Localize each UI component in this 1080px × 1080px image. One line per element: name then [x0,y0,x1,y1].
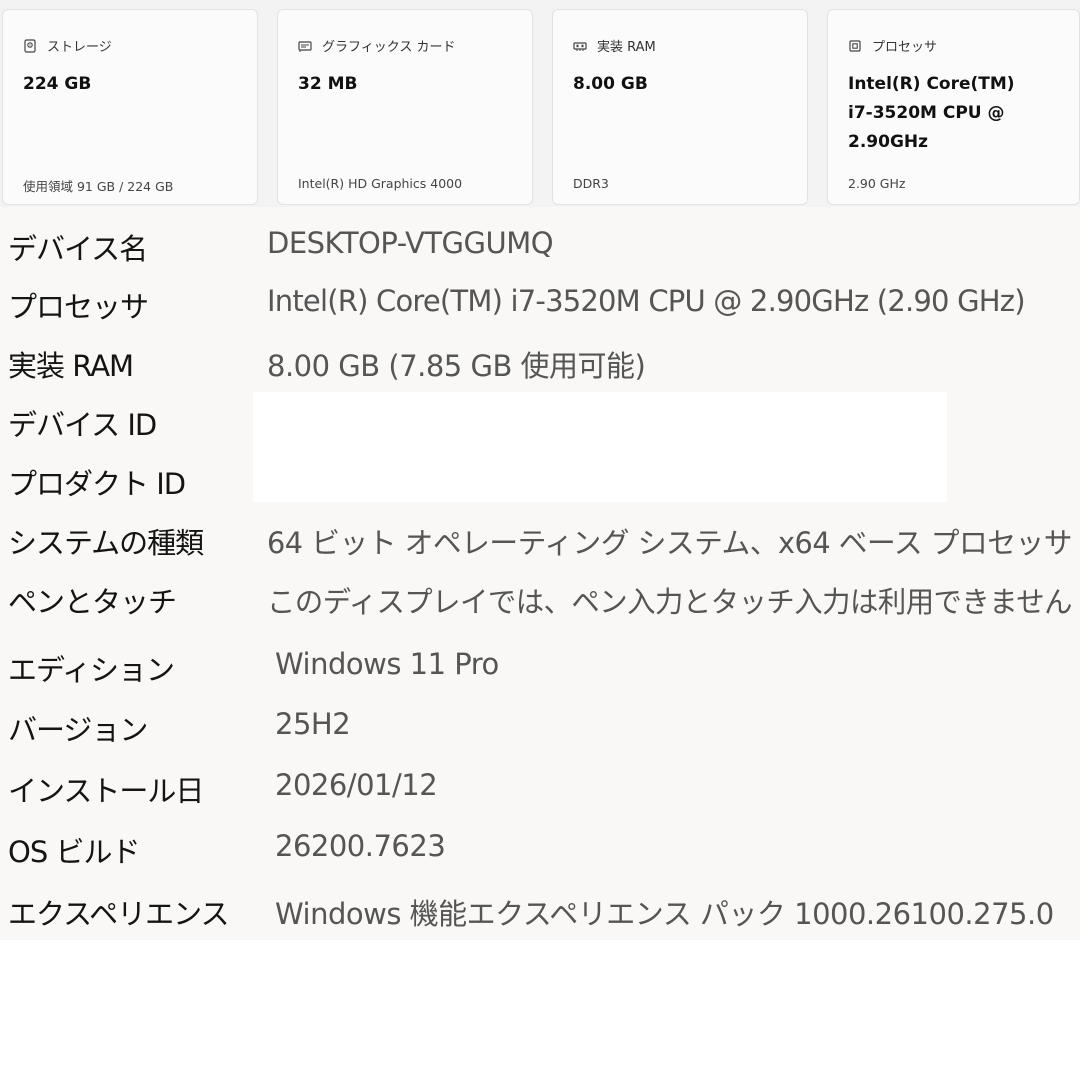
spec-label: 実装 RAM [8,349,134,383]
spec-value[interactable]: 8.00 GB (7.85 GB 使用可能) [267,343,646,385]
spec-label: OS ビルド [8,835,140,869]
redacted-id-block [253,392,947,502]
processor-icon [849,39,861,52]
ram-card[interactable]: 実装 RAM 8.00 GB DDR3 [552,9,808,205]
spec-row-os-build: OS ビルド 26200.7623 [0,823,1080,871]
ram-card-value: 8.00 GB [573,74,648,94]
processor-card-title: プロセッサ [872,40,938,55]
spec-label: システムの種類 [8,526,204,560]
hardware-summary-cards: ストレージ 224 GB 使用領域 91 GB / 224 GB グラフィックス… [0,0,1080,207]
spec-value[interactable]: Windows 11 Pro [275,647,499,681]
spec-row-experience: エクスペリエンス Windows 機能エクスペリエンス パック 1000.261… [0,885,1080,933]
processor-card-subtitle: 2.90 GHz [848,176,906,191]
storage-icon [24,38,36,53]
spec-row-installed-ram: 実装 RAM 8.00 GB (7.85 GB 使用可能) [0,337,1080,385]
spec-row-system-type: システムの種類 64 ビット オペレーティング システム、x64 ベース プロセ… [0,514,1080,562]
graphics-card-card[interactable]: グラフィックス カード 32 MB Intel(R) HD Graphics 4… [277,9,533,205]
ram-icon [573,41,587,51]
spec-value[interactable]: 2026/01/12 [275,768,438,802]
spec-label: ペンとタッチ [8,585,177,619]
spec-value[interactable]: 64 ビット オペレーティング システム、x64 ベース プロセッサ [267,520,1073,562]
spec-row-pen-and-touch: ペンとタッチ このディスプレイでは、ペン入力とタッチ入力は利用できません [0,573,1080,621]
spec-value[interactable]: 26200.7623 [275,829,446,863]
graphics-card-icon [298,40,312,52]
spec-row-install-date: インストール日 2026/01/12 [0,762,1080,810]
storage-card-subtitle: 使用領域 91 GB / 224 GB [23,179,174,194]
spec-label: プロダクト ID [8,467,186,501]
spec-row-version: バージョン 25H2 [0,701,1080,749]
spec-label: デバイス名 [8,232,148,266]
graphics-card-title: グラフィックス カード [322,40,456,55]
graphics-card-value: 32 MB [298,74,358,94]
spec-value[interactable]: DESKTOP-VTGGUMQ [267,226,554,260]
spec-row-processor: プロセッサ Intel(R) Core(TM) i7-3520M CPU @ 2… [0,278,1080,326]
spec-label: デバイス ID [8,408,157,442]
storage-card-title: ストレージ [47,40,112,55]
spec-label: エディション [8,653,175,687]
spec-label: プロセッサ [8,290,149,324]
spec-value[interactable]: Intel(R) Core(TM) i7-3520M CPU @ 2.90GHz… [267,284,1026,318]
spec-label: エクスペリエンス [8,897,230,931]
spec-label: バージョン [8,713,148,747]
storage-card-value: 224 GB [23,74,92,94]
spec-value[interactable]: 25H2 [275,707,351,741]
spec-row-edition: エディション Windows 11 Pro [0,641,1080,689]
processor-card-value: Intel(R) Core(TM) i7-3520M CPU @ 2.90GHz [848,74,1015,152]
spec-row-device-name: デバイス名 DESKTOP-VTGGUMQ [0,220,1080,268]
storage-card[interactable]: ストレージ 224 GB 使用領域 91 GB / 224 GB [2,9,258,205]
spec-label: インストール日 [8,774,204,808]
ram-card-subtitle: DDR3 [573,176,609,191]
spec-value[interactable]: このディスプレイでは、ペン入力とタッチ入力は利用できません [267,579,1072,621]
graphics-card-subtitle: Intel(R) HD Graphics 4000 [298,176,463,191]
ram-card-title: 実装 RAM [597,40,656,55]
spec-value[interactable]: Windows 機能エクスペリエンス パック 1000.26100.275.0 [275,891,1054,933]
processor-card[interactable]: プロセッサ Intel(R) Core(TM) i7-3520M CPU @ 2… [827,9,1080,205]
